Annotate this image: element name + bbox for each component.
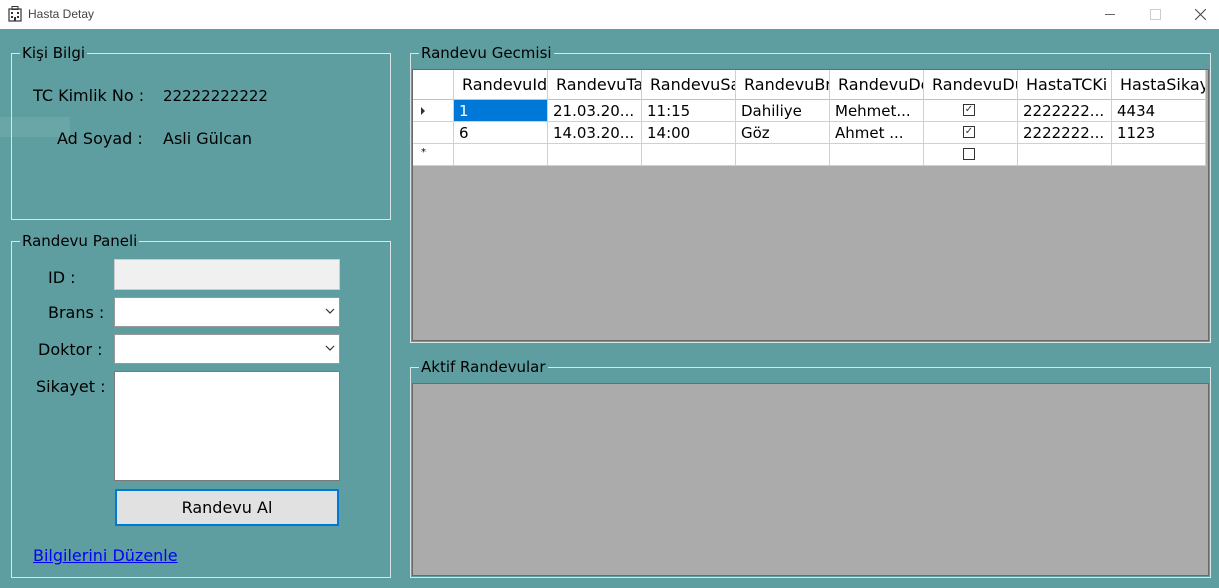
aktif-randevular-grid[interactable] [412, 383, 1209, 576]
sikayet-textarea[interactable] [114, 371, 340, 481]
table-cell[interactable]: 1 [454, 100, 548, 122]
table-cell[interactable]: 11:15 [642, 100, 736, 122]
chevron-down-icon [325, 308, 335, 314]
randevu-gecmisi-legend: Randevu Gecmisi [419, 44, 554, 62]
column-header[interactable]: HastaSikay [1112, 70, 1206, 100]
doktor-label: Doktor : [38, 340, 103, 359]
tc-value: 22222222222 [163, 87, 268, 105]
checkbox-cell[interactable]: ✓ [924, 100, 1018, 122]
id-label: ID : [48, 268, 76, 287]
window-title: Hasta Detay [28, 7, 95, 21]
chevron-down-icon [325, 345, 335, 351]
table-cell[interactable] [642, 144, 736, 166]
checkbox-checked-icon[interactable]: ✓ [963, 126, 975, 138]
kisi-bilgi-group: Kişi Bilgi TC Kimlik No : 22222222222 Ad… [11, 44, 391, 220]
table-cell[interactable]: 14:00 [642, 122, 736, 144]
new-row-icon: * [421, 147, 426, 158]
column-header[interactable]: RandevuBr [736, 70, 830, 100]
table-cell[interactable]: Göz [736, 122, 830, 144]
table-cell[interactable]: 2222222... [1018, 100, 1112, 122]
column-header[interactable]: RandevuDu [924, 70, 1018, 100]
kisi-bilgi-legend: Kişi Bilgi [20, 44, 88, 62]
randevu-al-button[interactable]: Randevu Al [115, 489, 339, 526]
checkbox-cell[interactable]: ✓ [924, 122, 1018, 144]
table-cell[interactable]: Mehmet... [830, 100, 924, 122]
table-cell[interactable] [548, 144, 642, 166]
column-header[interactable]: RandevuSa [642, 70, 736, 100]
table-cell[interactable] [1112, 144, 1206, 166]
table-cell[interactable]: Ahmet ... [830, 122, 924, 144]
row-header[interactable]: * [413, 144, 454, 166]
grid-corner-header[interactable] [413, 70, 454, 100]
sikayet-label: Sikayet : [36, 377, 106, 396]
brans-label: Brans : [48, 303, 105, 322]
minimize-icon [1104, 14, 1115, 15]
title-bar: Hasta Detay [0, 0, 1219, 29]
table-cell[interactable] [736, 144, 830, 166]
table-cell[interactable] [454, 144, 548, 166]
checkbox-checked-icon[interactable]: ✓ [963, 104, 975, 116]
table-cell[interactable]: 2222222... [1018, 122, 1112, 144]
table-cell[interactable]: 6 [454, 122, 548, 144]
tc-label: TC Kimlik No : [33, 86, 145, 105]
close-icon [1194, 9, 1206, 20]
column-header[interactable]: HastaTCKi [1018, 70, 1112, 100]
table-cell[interactable] [830, 144, 924, 166]
row-header[interactable] [413, 100, 454, 122]
close-button[interactable] [1177, 0, 1219, 29]
table-cell[interactable]: Dahiliye [736, 100, 830, 122]
column-header[interactable]: RandevuDo [830, 70, 924, 100]
table-cell[interactable]: 14.03.20... [548, 122, 642, 144]
checkbox-cell[interactable] [924, 144, 1018, 166]
bilgilerini-duzenle-link[interactable]: Bilgilerini Düzenle [33, 546, 178, 565]
ad-soyad-label: Ad Soyad : [57, 129, 143, 148]
table-cell[interactable]: 4434 [1112, 100, 1206, 122]
doktor-combobox[interactable] [114, 334, 340, 364]
aktif-randevular-legend: Aktif Randevular [419, 358, 548, 376]
column-header[interactable]: RandevuTa [548, 70, 642, 100]
column-header[interactable]: RandevuId [454, 70, 548, 100]
table-cell[interactable]: 21.03.20... [548, 100, 642, 122]
table-cell[interactable]: 1123 [1112, 122, 1206, 144]
id-field [114, 259, 340, 290]
maximize-button[interactable] [1132, 0, 1178, 29]
current-row-icon [421, 107, 425, 115]
table-cell[interactable] [1018, 144, 1112, 166]
brans-combobox[interactable] [114, 297, 340, 327]
checkbox-empty-icon[interactable] [963, 148, 975, 160]
row-header[interactable] [413, 122, 454, 144]
ad-soyad-value: Asli Gülcan [163, 129, 252, 148]
maximize-icon [1149, 9, 1161, 20]
randevu-paneli-legend: Randevu Paneli [20, 232, 140, 250]
randevu-gecmisi-grid[interactable]: RandevuId RandevuTa RandevuSa RandevuBr Rand… [412, 69, 1209, 341]
minimize-button[interactable] [1087, 0, 1133, 29]
hospital-icon [8, 6, 22, 22]
